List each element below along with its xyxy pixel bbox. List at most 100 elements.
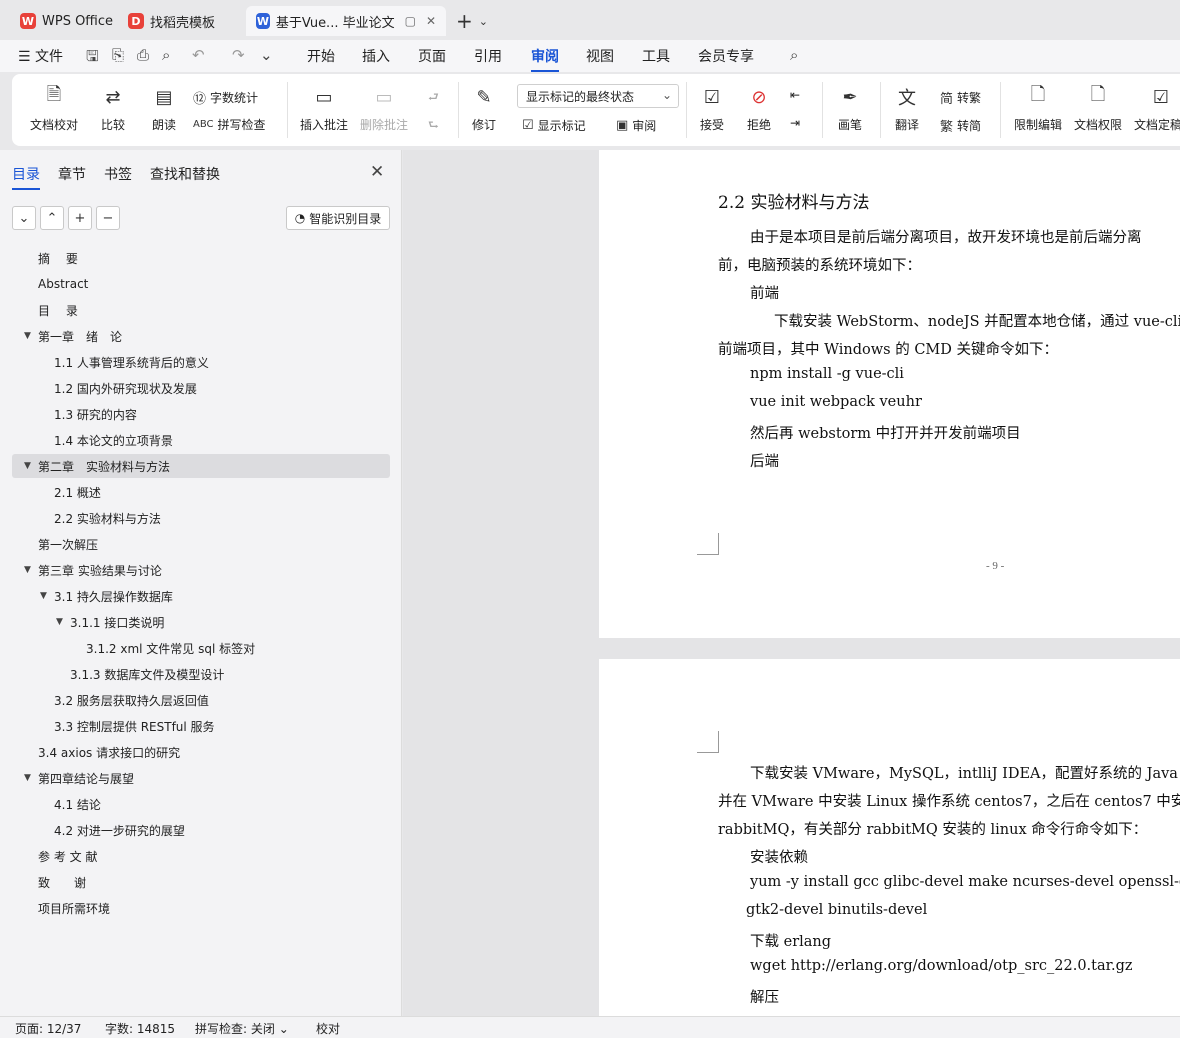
- toc-item[interactable]: 2.1 概述: [12, 480, 390, 504]
- toc-item[interactable]: 致 谢: [12, 870, 390, 894]
- proofread-indicator[interactable]: 校对: [316, 1020, 340, 1037]
- review-pane-button[interactable]: ▣ 审阅: [616, 117, 656, 134]
- toc-item[interactable]: Abstract: [12, 272, 390, 296]
- redo-icon[interactable]: ↷: [232, 46, 245, 64]
- pen-button[interactable]: ✒ 画笔: [837, 84, 863, 133]
- toc-item[interactable]: 4.1 结论: [12, 792, 390, 816]
- tab-bookmarks[interactable]: 书签: [104, 164, 132, 184]
- read-aloud-button[interactable]: ▤ 朗读: [151, 84, 177, 133]
- tab-find-replace[interactable]: 查找和替换: [150, 164, 220, 184]
- tab-sections[interactable]: 章节: [58, 164, 86, 184]
- page-indicator[interactable]: 页面: 12/37: [15, 1020, 81, 1037]
- tab-docer-templates[interactable]: D 找稻壳模板: [118, 6, 225, 36]
- accept-button[interactable]: ☑ 接受: [699, 84, 725, 133]
- toc-item-label: 1.4 本论文的立项背景: [54, 433, 173, 448]
- menu-tools[interactable]: 工具: [642, 46, 670, 66]
- delete-comment-button[interactable]: ▭ 删除批注: [360, 84, 408, 133]
- word-count-button[interactable]: ⑫ 字数统计: [193, 88, 258, 107]
- spell-check-indicator[interactable]: 拼写检查: 关闭 ⌄: [195, 1020, 289, 1037]
- close-tab-icon[interactable]: ✕: [426, 14, 436, 28]
- word-count-indicator[interactable]: 字数: 14815: [105, 1020, 175, 1037]
- save-icon[interactable]: 🖫: [86, 46, 99, 71]
- show-markup-button[interactable]: ☑ 显示标记: [522, 117, 586, 134]
- toc-item[interactable]: 3.2 服务层获取持久层返回值: [12, 688, 390, 712]
- compare-button[interactable]: ⇄ 比较: [100, 84, 126, 133]
- tab-toc[interactable]: 目录: [12, 164, 40, 190]
- quick-access-chevron-icon[interactable]: ⌄: [260, 46, 273, 64]
- collapse-down-button[interactable]: ⌄: [12, 206, 36, 230]
- close-pane-icon[interactable]: ✕: [370, 162, 384, 182]
- smart-toc-button[interactable]: ◔ 智能识别目录: [286, 206, 390, 230]
- expand-arrow-icon[interactable]: ▼: [40, 591, 47, 601]
- toc-item[interactable]: 4.2 对进一步研究的展望: [12, 818, 390, 842]
- share-icon[interactable]: ⎘: [112, 46, 124, 64]
- new-tab-button[interactable]: + ⌄: [456, 8, 488, 34]
- menu-membership[interactable]: 会员专享: [698, 46, 754, 66]
- translate-button[interactable]: 文 翻译: [894, 84, 920, 133]
- toc-item[interactable]: 第一次解压: [12, 532, 390, 556]
- tab-thesis-document[interactable]: W 基于Vue... 毕业论文 ▢ ✕: [246, 6, 446, 36]
- doc-finalize-button[interactable]: ☑ 文档定稿: [1134, 84, 1180, 133]
- to-simplified-button[interactable]: 繁 转简: [940, 116, 981, 135]
- toc-item[interactable]: 3.1.3 数据库文件及模型设计: [12, 662, 390, 686]
- tab-wps-office[interactable]: W WPS Office: [10, 6, 123, 36]
- paragraph-line: rabbitMQ，有关部分 rabbitMQ 安装的 linux 命令行命令如下…: [718, 822, 1148, 838]
- doc-check-button[interactable]: 🗎 文档校对: [30, 84, 78, 133]
- expand-arrow-icon[interactable]: ▼: [56, 617, 63, 627]
- search-icon[interactable]: ⌕: [790, 46, 798, 64]
- toc-item[interactable]: ▼ 3.1.1 接口类说明: [12, 610, 390, 634]
- toc-item[interactable]: ▼ 第二章 实验材料与方法: [12, 454, 390, 478]
- menu-insert[interactable]: 插入: [362, 46, 390, 66]
- toc-item[interactable]: ▼ 第三章 实验结果与讨论: [12, 558, 390, 582]
- toc-item[interactable]: 3.3 控制层提供 RESTful 服务: [12, 714, 390, 738]
- toc-item[interactable]: 3.4 axios 请求接口的研究: [12, 740, 390, 764]
- previous-comment-icon[interactable]: ⮐: [428, 88, 439, 109]
- toc-item[interactable]: 1.3 研究的内容: [12, 402, 390, 426]
- toc-item[interactable]: 参 考 文 献: [12, 844, 390, 868]
- toc-item[interactable]: ▼ 3.1 持久层操作数据库: [12, 584, 390, 608]
- toc-item[interactable]: 目 录: [12, 298, 390, 322]
- expand-arrow-icon[interactable]: ▼: [24, 331, 31, 341]
- toc-item[interactable]: 1.1 人事管理系统背后的意义: [12, 350, 390, 374]
- revise-button[interactable]: ✎ 修订: [471, 84, 497, 133]
- toc-item[interactable]: 1.4 本论文的立项背景: [12, 428, 390, 452]
- remove-level-button[interactable]: −: [96, 206, 120, 230]
- next-change-icon[interactable]: ⇥: [790, 116, 800, 130]
- toc-item[interactable]: 项目所需环境: [12, 896, 390, 920]
- spell-check-button[interactable]: ABC 拼写检查: [193, 116, 266, 133]
- restrict-edit-button[interactable]: 🗋 限制编辑: [1014, 84, 1062, 133]
- toc-item[interactable]: 摘 要: [12, 246, 390, 270]
- markup-state-select[interactable]: 显示标记的最终状态 ⌄: [517, 84, 679, 108]
- ribbon-divider: [686, 82, 687, 138]
- expand-arrow-icon[interactable]: ▼: [24, 773, 31, 783]
- document-page[interactable]: 2.2 实验材料与方法 由于是本项目是前后端分离项目，故开发环境也是前后端分离 …: [599, 150, 1180, 638]
- add-level-button[interactable]: +: [68, 206, 92, 230]
- to-traditional-button[interactable]: 简 转繁: [940, 88, 981, 107]
- menu-view[interactable]: 视图: [586, 46, 614, 66]
- menu-references[interactable]: 引用: [474, 46, 502, 66]
- menu-file[interactable]: ☰ 文件: [18, 46, 63, 66]
- doc-permission-button[interactable]: 🗋 文档权限: [1074, 84, 1122, 133]
- reject-button[interactable]: ⊘ 拒绝: [746, 84, 772, 133]
- previous-change-icon[interactable]: ⇤: [790, 88, 800, 102]
- menu-review[interactable]: 审阅: [531, 46, 559, 72]
- print-icon[interactable]: ⎙: [137, 46, 149, 64]
- expand-arrow-icon[interactable]: ▼: [24, 461, 31, 471]
- document-canvas[interactable]: 2.2 实验材料与方法 由于是本项目是前后端分离项目，故开发环境也是前后端分离 …: [403, 150, 1180, 1016]
- document-page[interactable]: 下载安装 VMware，MySQL，intlliJ IDEA，配置好系统的 Ja…: [599, 659, 1180, 1016]
- toc-item[interactable]: 3.1.2 xml 文件常见 sql 标签对: [12, 636, 390, 660]
- collapse-up-button[interactable]: ⌃: [40, 206, 64, 230]
- insert-comment-button[interactable]: ▭ 插入批注: [300, 84, 348, 133]
- undo-icon[interactable]: ↶: [192, 46, 205, 64]
- toc-item[interactable]: 2.2 实验材料与方法: [12, 506, 390, 530]
- toc-item-label: 2.2 实验材料与方法: [54, 511, 161, 526]
- print-preview-icon[interactable]: ⌕: [162, 46, 170, 64]
- toc-item[interactable]: ▼ 第一章 绪 论: [12, 324, 390, 348]
- toc-item[interactable]: 1.2 国内外研究现状及发展: [12, 376, 390, 400]
- menu-page[interactable]: 页面: [418, 46, 446, 66]
- toc-item[interactable]: ▼ 第四章结论与展望: [12, 766, 390, 790]
- next-comment-icon[interactable]: ⮑: [428, 116, 439, 137]
- restore-window-icon[interactable]: ▢: [405, 14, 416, 28]
- menu-start[interactable]: 开始: [307, 46, 335, 66]
- expand-arrow-icon[interactable]: ▼: [24, 565, 31, 575]
